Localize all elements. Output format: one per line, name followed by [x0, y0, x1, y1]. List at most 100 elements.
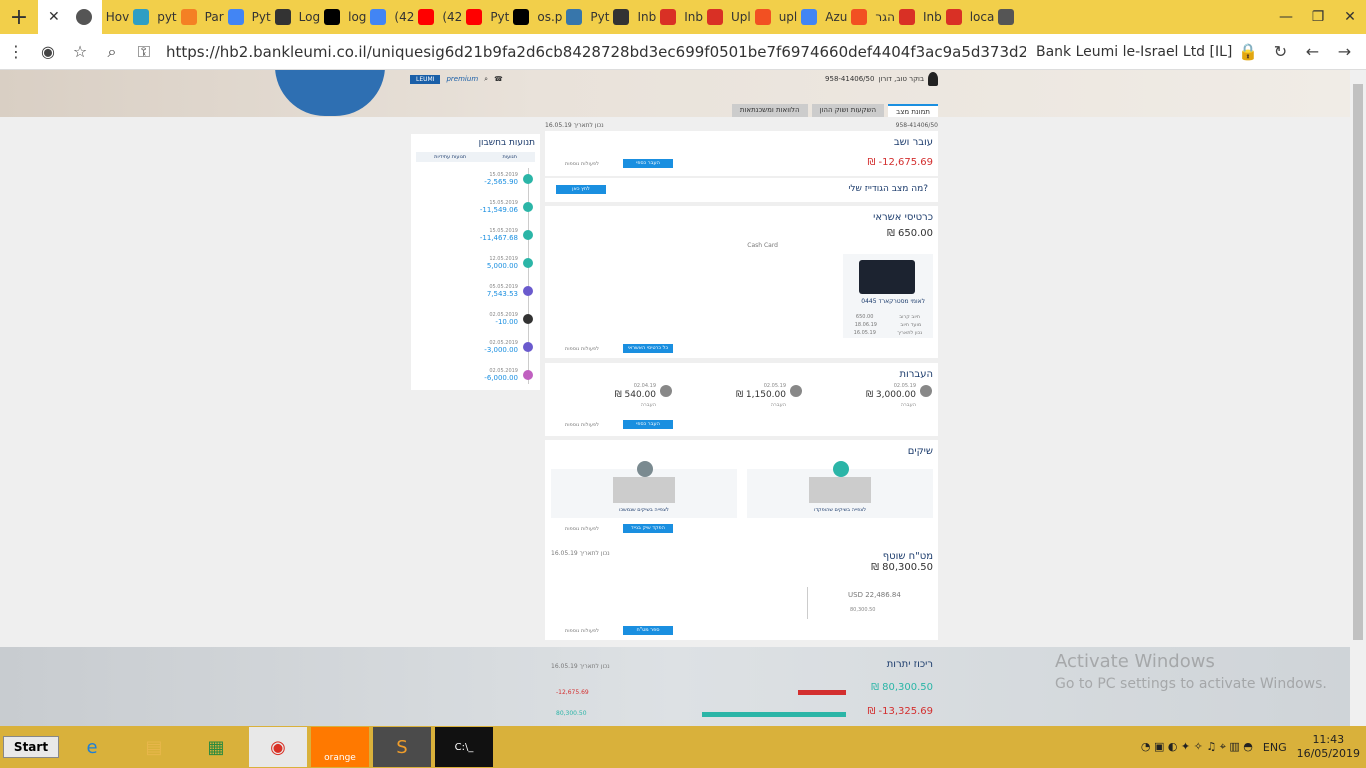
tab-favicon-icon: [613, 9, 630, 25]
chat-icon[interactable]: ☎: [494, 75, 503, 83]
more-actions-link[interactable]: לפעולות נוספות: [565, 628, 599, 634]
browser-tab[interactable]: Hov: [102, 0, 153, 34]
browser-tab[interactable]: log: [344, 0, 390, 34]
reload-icon[interactable]: ↻: [1264, 42, 1296, 61]
tab-label: Inb: [922, 10, 942, 24]
card-panel: לאומי מסטרקארד 0445 650.00 חיוב קרוב 18.06…: [843, 254, 933, 338]
filter-future[interactable]: תנועות עתידיות: [434, 154, 466, 160]
more-actions-link[interactable]: לפעולות נוספות: [565, 526, 599, 532]
positive-bar: [702, 712, 846, 717]
browser-tab[interactable]: הגר: [871, 0, 919, 34]
browser-tab[interactable]: Pyt: [586, 0, 633, 34]
promo-button[interactable]: לחץ כאן: [556, 185, 606, 194]
check-icon: [637, 461, 653, 477]
tab-overview[interactable]: תמונת מצב: [888, 104, 938, 117]
browser-tab[interactable]: Par: [201, 0, 248, 34]
promo-title: מה מצב הגודייז שלי?: [848, 184, 928, 194]
current-account-card: עובר ושב ₪ -12,675.69 העבר כספי לפעולות …: [545, 131, 938, 176]
list-item[interactable]: 02.05.2019 -10.00: [408, 312, 518, 326]
browser-tab[interactable]: Log: [295, 0, 344, 34]
deposited-checks-panel[interactable]: לצפייה בשיקים שהופקדו: [747, 461, 933, 518]
tab-label: Log: [298, 10, 321, 24]
browser-tab[interactable]: Pyt: [486, 0, 533, 34]
browser-tab[interactable]: Pyt: [248, 0, 295, 34]
cmd-icon[interactable]: C:\_: [435, 727, 493, 767]
tab-label: Hov: [105, 10, 130, 24]
timeline-dot-icon: [523, 370, 533, 380]
transfer-item[interactable]: 02.04.19 ₪ 540.00 העברה: [547, 383, 672, 413]
drawn-checks-link[interactable]: לצפייה בשיקים שנמשכו: [551, 507, 737, 513]
browser-tab[interactable]: (42: [390, 0, 438, 34]
tab-label: Pyt: [251, 10, 271, 24]
more-actions-link[interactable]: לפעולות נוספות: [565, 422, 599, 428]
list-item[interactable]: 15.05.2019 -11,467.68: [408, 228, 518, 242]
all-cards-button[interactable]: כל כרטיסי האשראי: [623, 344, 673, 353]
fx-button[interactable]: ספר מט"ח: [623, 626, 673, 635]
site-identity[interactable]: Bank Leumi le-Israel Ltd [IL]: [1036, 44, 1232, 60]
sublime-icon[interactable]: S: [373, 727, 431, 767]
browser-tab[interactable]: pyt: [153, 0, 200, 34]
active-tab[interactable]: ✕: [38, 0, 102, 34]
fx-updated: נכון לתאריך 16.05.19: [551, 550, 610, 557]
search-icon[interactable]: ⌕: [96, 42, 128, 62]
card-name[interactable]: לאומי מסטרקארד 0445: [861, 298, 925, 305]
transfer-item[interactable]: 02.05.19 ₪ 1,150.00 העברה: [677, 383, 802, 413]
filter-movements[interactable]: תנועות: [502, 154, 516, 160]
clock[interactable]: 11:43 16/05/2019: [1297, 733, 1360, 761]
url-field[interactable]: https://hb2.bankleumi.co.il/uniquesig6d2…: [166, 43, 1026, 61]
timeline-dot-icon: [523, 342, 533, 352]
deposit-check-button[interactable]: הפקד שיק בנייד: [623, 524, 673, 533]
more-actions-link[interactable]: לפעולות נוספות: [565, 346, 599, 352]
drawn-checks-panel[interactable]: לצפייה בשיקים שנמשכו: [551, 461, 737, 518]
list-item[interactable]: 15.05.2019 -11,549.06: [408, 200, 518, 214]
list-item[interactable]: 15.05.2019 -2,565.90: [408, 172, 518, 186]
list-item[interactable]: 12.05.2019 5,000.00: [408, 256, 518, 270]
language-indicator[interactable]: ENG: [1263, 741, 1287, 754]
chrome-icon[interactable]: ◉: [249, 727, 307, 767]
browser-tab[interactable]: Inb: [919, 0, 966, 34]
new-tab-button[interactable]: +: [0, 0, 38, 34]
more-actions-link[interactable]: לפעולות נוספות: [565, 161, 599, 167]
scrollbar-thumb[interactable]: [1353, 84, 1363, 640]
start-button[interactable]: Start: [3, 736, 59, 758]
profile-icon[interactable]: ◉: [32, 42, 64, 61]
tray-icons[interactable]: ◔ ▣ ◐ ✦ ✧ ♫ ⌖ ▥ ◓: [1141, 740, 1253, 754]
minimize-button[interactable]: —: [1270, 0, 1302, 34]
list-item[interactable]: 02.05.2019 -3,000.00: [408, 340, 518, 354]
browser-tab[interactable]: Inb: [633, 0, 680, 34]
list-item[interactable]: 05.05.2019 7,543.53: [408, 284, 518, 298]
browser-tab[interactable]: Inb: [680, 0, 727, 34]
ie-icon[interactable]: e: [63, 727, 121, 767]
browser-tab[interactable]: Azu: [821, 0, 871, 34]
menu-icon[interactable]: ⋮: [0, 42, 32, 61]
transfer-item[interactable]: 02.05.19 ₪ 3,000.00 העברה: [807, 383, 932, 413]
star-icon[interactable]: ☆: [64, 42, 96, 61]
transfer-amount: ₪ 1,150.00: [735, 390, 786, 400]
key-icon[interactable]: ⚿: [128, 42, 160, 62]
maximize-button[interactable]: ❐: [1302, 0, 1334, 34]
page-content: LEUMI premium ⌕ ☎ 958-41406/50 בוקר טוב,…: [0, 70, 1350, 726]
close-window-button[interactable]: ✕: [1334, 0, 1366, 34]
browser-tab[interactable]: Upl: [727, 0, 775, 34]
explorer-icon[interactable]: ▤: [125, 727, 183, 767]
deposited-checks-link[interactable]: לצפייה בשיקים שהופקדו: [747, 507, 933, 513]
avatar[interactable]: [928, 72, 938, 86]
tab-investments[interactable]: השקעות ושוק ההון: [811, 104, 885, 117]
browser-tab[interactable]: upl: [775, 0, 822, 34]
browser-tab[interactable]: loca: [966, 0, 1019, 34]
orange-icon[interactable]: orange: [311, 727, 369, 767]
store-icon[interactable]: ▦: [187, 727, 245, 767]
search-icon[interactable]: ⌕: [484, 75, 488, 84]
transfer-button[interactable]: העבר כספי: [623, 159, 673, 168]
close-icon[interactable]: ✕: [48, 9, 60, 25]
list-item[interactable]: 02.05.2019 -6,000.00: [408, 368, 518, 382]
forward-icon[interactable]: →: [1328, 42, 1360, 61]
tab-loans[interactable]: הלוואות ומשכנתאות: [731, 104, 808, 117]
browser-tab[interactable]: os.p: [533, 0, 586, 34]
transfer-button[interactable]: העבר כספי: [623, 420, 673, 429]
lock-icon[interactable]: 🔒: [1232, 42, 1264, 61]
page-scrollbar[interactable]: [1350, 70, 1366, 726]
browser-tab[interactable]: (42: [438, 0, 486, 34]
balance-amount: ₪ -12,675.69: [867, 157, 933, 168]
back-icon[interactable]: ←: [1296, 42, 1328, 61]
